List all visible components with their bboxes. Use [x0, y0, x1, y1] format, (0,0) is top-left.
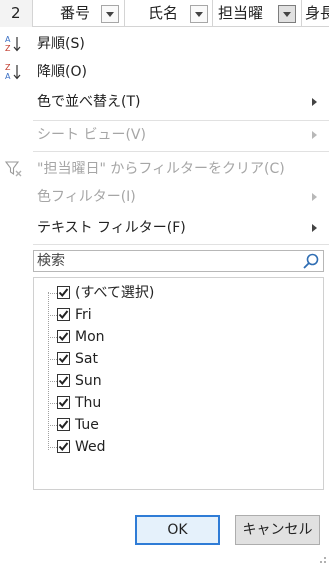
checkbox[interactable]: [57, 308, 70, 321]
menu-separator: [33, 120, 329, 121]
menu-item-sort-by-color[interactable]: 色で並べ替え(T): [0, 89, 329, 115]
list-item-label: Thu: [75, 395, 102, 411]
tree-connector: [48, 425, 57, 426]
list-item-label: Sat: [75, 351, 98, 367]
checkbox[interactable]: [57, 330, 70, 343]
tree-connector: [48, 359, 57, 360]
list-item-label: (すべて選択): [75, 285, 155, 301]
sort-desc-icon: Z A: [4, 62, 24, 82]
filter-dropdown-button[interactable]: [101, 5, 119, 23]
column-header-label: 担当曜: [218, 4, 264, 22]
list-item-label: Mon: [75, 329, 105, 345]
menu-item-sort-ascending[interactable]: A Z 昇順(S): [0, 31, 329, 57]
menu-item-label: 降順(O): [37, 64, 87, 80]
column-header-name[interactable]: 氏名: [125, 0, 213, 27]
tree-connector: [48, 403, 57, 404]
menu-item-text-filter[interactable]: テキスト フィルター(F): [0, 215, 329, 241]
checkmark-icon: [58, 354, 69, 364]
checkmark-icon: [58, 310, 69, 320]
resize-grip-icon[interactable]: [317, 553, 327, 563]
column-header-row: 2 番号 氏名 担当曜 身長: [0, 0, 329, 27]
menu-item-label: テキスト フィルター(F): [37, 220, 186, 236]
checkmark-icon: [58, 332, 69, 342]
checkbox[interactable]: [57, 418, 70, 431]
checkmark-icon: [58, 420, 69, 430]
submenu-arrow-icon: [312, 224, 317, 232]
menu-item-sort-descending[interactable]: Z A 降順(O): [0, 59, 329, 85]
menu-item-color-filter: 色フィルター(I): [0, 184, 329, 210]
checkmark-icon: [58, 442, 69, 452]
menu-separator: [33, 151, 329, 152]
column-header-label: 身長: [305, 4, 329, 22]
list-item-label: Tue: [75, 417, 99, 433]
column-header-day[interactable]: 担当曜: [213, 0, 302, 27]
clear-filter-icon: [4, 159, 24, 179]
checkbox[interactable]: [57, 374, 70, 387]
menu-item-label: 昇順(S): [37, 36, 85, 52]
list-item-label: Fri: [75, 307, 92, 323]
svg-text:A: A: [5, 72, 11, 81]
checkmark-icon: [58, 398, 69, 408]
row-number: 2: [0, 0, 33, 27]
list-item-label: Sun: [75, 373, 102, 389]
tree-connector: [48, 337, 57, 338]
tree-connector: [48, 381, 57, 382]
submenu-arrow-icon: [312, 131, 317, 139]
search-input[interactable]: [34, 251, 300, 271]
search-icon[interactable]: [302, 253, 320, 269]
svg-text:Z: Z: [5, 63, 11, 72]
menu-item-label: "担当曜日" からフィルターをクリア(C): [37, 161, 285, 177]
sort-asc-icon: A Z: [4, 34, 24, 54]
tree-connector: [48, 315, 57, 316]
column-header-number[interactable]: 番号: [33, 0, 125, 27]
menu-separator: [33, 244, 329, 245]
column-header-label: 氏名: [148, 4, 179, 22]
filter-dropdown-button-active[interactable]: [278, 5, 296, 23]
cancel-button[interactable]: キャンセル: [235, 515, 320, 545]
checkbox[interactable]: [57, 396, 70, 409]
menu-item-sheet-view: シート ビュー(V): [0, 122, 329, 148]
menu-item-clear-filter: "担当曜日" からフィルターをクリア(C): [0, 156, 329, 182]
menu-item-label: 色フィルター(I): [37, 189, 136, 205]
menu-item-label: 色で並べ替え(T): [37, 94, 141, 110]
submenu-arrow-icon: [312, 98, 317, 106]
submenu-arrow-icon: [312, 193, 317, 201]
tree-connector: [48, 293, 57, 294]
svg-text:Z: Z: [5, 44, 11, 53]
checkbox[interactable]: [57, 440, 70, 453]
menu-item-label: シート ビュー(V): [37, 127, 146, 143]
column-header-height[interactable]: 身長: [302, 0, 329, 27]
ok-button[interactable]: OK: [135, 515, 220, 545]
filter-search-box[interactable]: [33, 250, 324, 272]
filter-value-list[interactable]: (すべて選択) Fri Mon Sat Sun Thu Tue Wed: [33, 277, 324, 490]
filter-dropdown-button[interactable]: [190, 5, 208, 23]
checkbox[interactable]: [57, 286, 70, 299]
checkbox[interactable]: [57, 352, 70, 365]
tree-connector: [48, 447, 57, 448]
list-item-label: Wed: [75, 439, 106, 455]
svg-text:A: A: [5, 35, 11, 44]
column-header-label: 番号: [60, 4, 91, 22]
checkmark-icon: [58, 288, 69, 298]
checkmark-icon: [58, 376, 69, 386]
